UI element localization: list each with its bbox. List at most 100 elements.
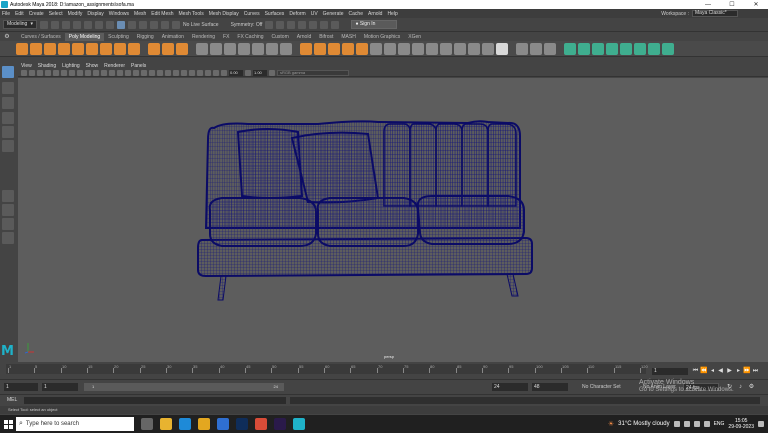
- backface-culling-icon[interactable]: [213, 69, 219, 76]
- tab-mash[interactable]: MASH: [337, 33, 359, 41]
- four-view-layout-icon[interactable]: [2, 204, 14, 216]
- tab-animation[interactable]: Animation: [158, 33, 188, 41]
- multi-cut-icon[interactable]: [516, 42, 528, 55]
- extract-icon[interactable]: [224, 42, 236, 55]
- field-chart-icon[interactable]: [85, 69, 91, 76]
- menu-mesh[interactable]: Mesh: [134, 11, 146, 17]
- show-hidden-icons-icon[interactable]: [673, 421, 680, 427]
- super-shape-icon[interactable]: [128, 42, 140, 55]
- volume-icon[interactable]: [693, 421, 700, 427]
- tab-sculpting[interactable]: Sculpting: [104, 33, 133, 41]
- smooth-shade-icon[interactable]: [117, 69, 123, 76]
- single-perspective-layout-icon[interactable]: [2, 190, 14, 202]
- bridge-icon[interactable]: [300, 42, 312, 55]
- film-gate-icon[interactable]: [61, 69, 67, 76]
- tab-custom[interactable]: Custom: [268, 33, 293, 41]
- play-forwards-icon[interactable]: ▶: [726, 367, 733, 375]
- live-surface-label[interactable]: No Live Surface: [183, 22, 219, 28]
- hypershade-icon[interactable]: [309, 20, 318, 29]
- exposure-field[interactable]: 0.00: [229, 69, 243, 76]
- poly-disc-icon[interactable]: [100, 42, 112, 55]
- menu-mesh-display[interactable]: Mesh Display: [209, 11, 239, 17]
- exposure-icon[interactable]: [221, 69, 227, 76]
- menu-generate[interactable]: Generate: [323, 11, 344, 17]
- screen-space-ao-icon[interactable]: [157, 69, 163, 76]
- taskbar-search[interactable]: ⌕ Type here to search: [16, 417, 134, 431]
- save-scene-icon[interactable]: [62, 20, 70, 29]
- minimize-button[interactable]: —: [696, 2, 720, 8]
- smooth-icon[interactable]: [252, 42, 264, 55]
- safe-action-icon[interactable]: [93, 69, 99, 76]
- tab-rendering[interactable]: Rendering: [188, 33, 219, 41]
- rotate-tool-icon[interactable]: [2, 126, 14, 138]
- tab-fx-caching[interactable]: FX Caching: [233, 33, 267, 41]
- file-explorer-icon[interactable]: [160, 418, 172, 430]
- menu-windows[interactable]: Windows: [109, 11, 129, 17]
- time-ruler[interactable]: 1 5 10 15 20 25 30 35 40 45 50 55 60 65 70 75 80 85 90 95 10…: [6, 364, 648, 374]
- outliner-layout-icon[interactable]: [2, 232, 14, 244]
- bevel-icon[interactable]: [328, 42, 340, 55]
- combine-icon[interactable]: [196, 42, 208, 55]
- command-input[interactable]: [24, 397, 286, 404]
- wireframe-on-shaded-icon[interactable]: [125, 69, 131, 76]
- menu-modify[interactable]: Modify: [68, 11, 83, 17]
- unfold-icon[interactable]: [634, 42, 646, 55]
- poly-plane-icon[interactable]: [86, 42, 98, 55]
- photoshop-icon[interactable]: [236, 418, 248, 430]
- render-setup-icon[interactable]: [320, 20, 329, 29]
- extrude-icon[interactable]: [314, 42, 326, 55]
- panel-menu-renderer[interactable]: Renderer: [104, 63, 125, 69]
- move-tool-icon[interactable]: [2, 112, 14, 124]
- isolate-select-icon[interactable]: [189, 69, 195, 76]
- go-to-end-icon[interactable]: ⏭: [752, 367, 759, 375]
- depth-of-field-icon[interactable]: [181, 69, 187, 76]
- language-indicator[interactable]: ENG: [714, 421, 725, 427]
- shadows-icon[interactable]: [149, 69, 155, 76]
- merge-icon[interactable]: [370, 42, 382, 55]
- playback-start-field[interactable]: 1: [42, 383, 78, 391]
- folder-icon[interactable]: [198, 418, 210, 430]
- store-icon[interactable]: [217, 418, 229, 430]
- character-set-dropdown[interactable]: No Character Set: [582, 383, 621, 391]
- step-forward-frame-icon[interactable]: ▸: [735, 367, 742, 375]
- clock[interactable]: 15:05 29-09-2023: [728, 418, 754, 430]
- start-time-field[interactable]: 1: [4, 383, 38, 391]
- make-live-icon[interactable]: [172, 20, 180, 29]
- chamfer-vertex-icon[interactable]: [454, 42, 466, 55]
- poly-type-icon[interactable]: [162, 42, 174, 55]
- gate-mask-icon[interactable]: [77, 69, 83, 76]
- step-forward-key-icon[interactable]: ⏩: [743, 367, 750, 375]
- tab-bifrost[interactable]: Bifrost: [315, 33, 337, 41]
- camera-attributes-icon[interactable]: [29, 69, 35, 76]
- connect-icon[interactable]: [544, 42, 556, 55]
- go-to-start-icon[interactable]: ⏮: [692, 367, 699, 375]
- menu-display[interactable]: Display: [87, 11, 103, 17]
- maximize-button[interactable]: ☐: [720, 1, 744, 8]
- persp-outliner-layout-icon[interactable]: [2, 218, 14, 230]
- select-object-icon[interactable]: [106, 20, 114, 29]
- redo-icon[interactable]: [84, 20, 92, 29]
- tab-poly-modeling[interactable]: Poly Modeling: [64, 33, 105, 41]
- viewport-persp[interactable]: persp: [18, 78, 768, 362]
- snap-grid-icon[interactable]: [128, 20, 136, 29]
- flip-icon[interactable]: [482, 42, 494, 55]
- safe-title-icon[interactable]: [101, 69, 107, 76]
- wedge-icon[interactable]: [426, 42, 438, 55]
- render-settings-icon[interactable]: [298, 20, 307, 29]
- current-frame-field[interactable]: 1: [652, 368, 688, 375]
- select-component-icon[interactable]: [117, 20, 125, 29]
- collapse-icon[interactable]: [468, 42, 480, 55]
- gamma-icon[interactable]: [245, 69, 251, 76]
- tab-curves-surfaces[interactable]: Curves / Surfaces: [17, 33, 65, 41]
- snap-curve-icon[interactable]: [139, 20, 147, 29]
- booleans-icon[interactable]: [238, 42, 250, 55]
- step-back-key-icon[interactable]: ⏪: [700, 367, 707, 375]
- menu-file[interactable]: File: [2, 11, 10, 17]
- poly-torus-icon[interactable]: [72, 42, 84, 55]
- reduce-icon[interactable]: [266, 42, 278, 55]
- menu-select[interactable]: Select: [49, 11, 63, 17]
- shelf-gear-icon[interactable]: ⚙: [3, 33, 11, 41]
- menu-cache[interactable]: Cache: [349, 11, 363, 17]
- color-management-icon[interactable]: [269, 69, 275, 76]
- menu-help[interactable]: Help: [387, 11, 397, 17]
